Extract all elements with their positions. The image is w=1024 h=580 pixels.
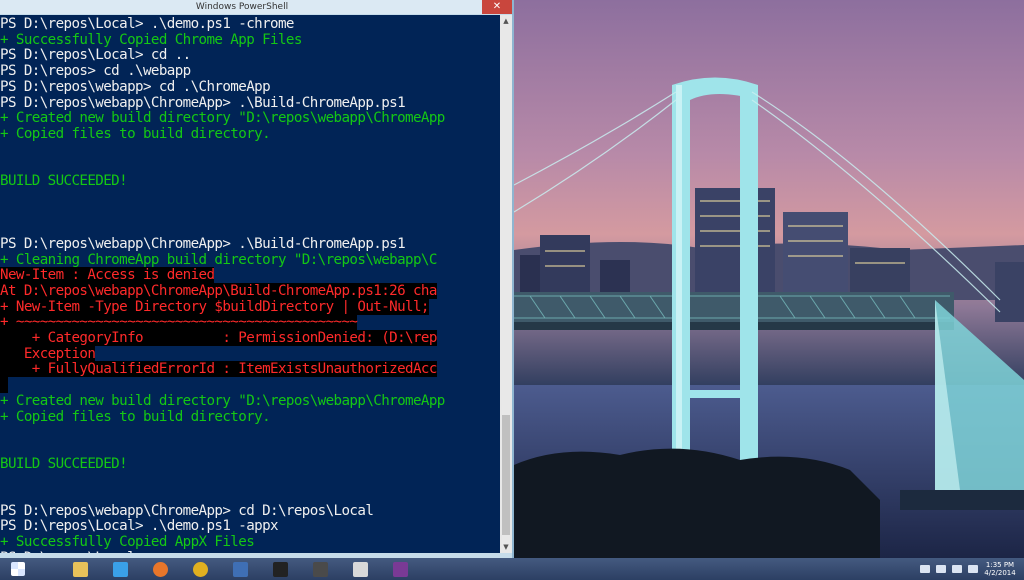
github-icon: [272, 561, 288, 577]
console-line: PS D:\repos\Local> cd ..: [0, 47, 191, 64]
volume-icon[interactable]: [968, 565, 978, 573]
chrome-icon: [192, 561, 208, 577]
keyboard-icon[interactable]: [920, 565, 930, 573]
visual-studio-button[interactable]: [382, 559, 418, 579]
console-line: Exception: [0, 345, 96, 362]
console-line: PS D:\repos\webapp\ChromeApp> cd D:\repo…: [0, 502, 374, 519]
console-line: PS D:\repos\Local> .\demo.ps1 -appx: [0, 518, 279, 535]
scroll-down-icon[interactable]: ▼: [500, 541, 512, 553]
chrome-button[interactable]: [182, 559, 218, 579]
flag-icon[interactable]: [936, 565, 946, 573]
console-line: + Created new build directory "D:\repos\…: [0, 110, 445, 127]
console-line: PS D:\repos\webapp> cd .\ChromeApp: [0, 78, 271, 95]
scrollbar-thumb[interactable]: [502, 415, 510, 535]
console-line: New-Item : Access is denied: [0, 267, 215, 284]
console-line: + Copied files to build directory.: [0, 125, 271, 142]
console-line: + ~~~~~~~~~~~~~~~~~~~~~~~~~~~~~~~~~~~~~~…: [0, 314, 358, 331]
console-line: + CategoryInfo : PermissionDenied: (D:\r…: [0, 330, 437, 346]
console-line: PS D:\repos\webapp\ChromeApp> .\Build-Ch…: [0, 235, 406, 252]
console-line: + Created new build directory "D:\repos\…: [0, 392, 445, 409]
github-button[interactable]: [262, 559, 298, 579]
console-line: + Successfully Copied Chrome App Files: [0, 31, 302, 48]
console-line: + Successfully Copied AppX Files: [0, 534, 255, 551]
firefox-icon: [152, 561, 168, 577]
console-output[interactable]: PS D:\repos\Local> .\demo.ps1 -chrome + S…: [0, 15, 500, 553]
file-explorer-button[interactable]: [62, 559, 98, 579]
console-line: At D:\repos\webapp\ChromeApp\Build-Chrom…: [0, 282, 437, 299]
console-line: + Copied files to build directory.: [0, 408, 271, 425]
console-line: PS D:\repos\Local>: [0, 550, 144, 553]
console-line: + New-Item -Type Directory $buildDirecto…: [0, 298, 429, 315]
console-line: PS D:\repos> cd .\webapp: [0, 63, 191, 80]
console-line: BUILD SUCCEEDED!: [0, 455, 128, 472]
file-explorer-icon: [72, 561, 88, 577]
system-tray: 1:35 PM 4/2/2014: [920, 558, 1024, 580]
clock-time: 1:35 PM: [985, 561, 1015, 569]
console-line: PS D:\repos\webapp\ChromeApp> .\Build-Ch…: [0, 94, 406, 111]
visual-studio-icon: [392, 561, 408, 577]
close-button[interactable]: ✕: [482, 0, 512, 14]
start-button[interactable]: [0, 559, 36, 579]
windows-store-icon: [352, 561, 368, 577]
clock-date: 4/2/2014: [984, 569, 1016, 577]
sublime-text-icon: [312, 561, 328, 577]
scroll-up-icon[interactable]: ▲: [500, 15, 512, 27]
internet-explorer-icon: [112, 561, 128, 577]
console-line: BUILD SUCCEEDED!: [0, 173, 128, 189]
window-titlebar[interactable]: Windows PowerShell ✕: [0, 0, 512, 14]
firefox-button[interactable]: [142, 559, 178, 579]
console-line: + FullyQualifiedErrorId : ItemExistsUnau…: [0, 361, 437, 378]
internet-explorer-button[interactable]: [102, 559, 138, 579]
window-title: Windows PowerShell: [195, 2, 289, 12]
powershell-icon: [232, 561, 248, 577]
powershell-window[interactable]: Windows PowerShell ✕ PS D:\repos\Local> …: [0, 0, 514, 558]
console-line: PS D:\repos\Local> .\demo.ps1 -chrome: [0, 16, 294, 32]
network-icon[interactable]: [952, 565, 962, 573]
console-line: + Cleaning ChromeApp build directory "D:…: [0, 251, 437, 268]
sublime-text-button[interactable]: [302, 559, 338, 579]
taskbar: 1:35 PM 4/2/2014: [0, 558, 1024, 580]
clock[interactable]: 1:35 PM 4/2/2014: [984, 561, 1016, 577]
powershell-button[interactable]: [222, 559, 258, 579]
vertical-scrollbar[interactable]: ▲ ▼: [500, 15, 512, 553]
start-icon: [11, 562, 25, 576]
console-line: [0, 377, 8, 394]
windows-store-button[interactable]: [342, 559, 378, 579]
